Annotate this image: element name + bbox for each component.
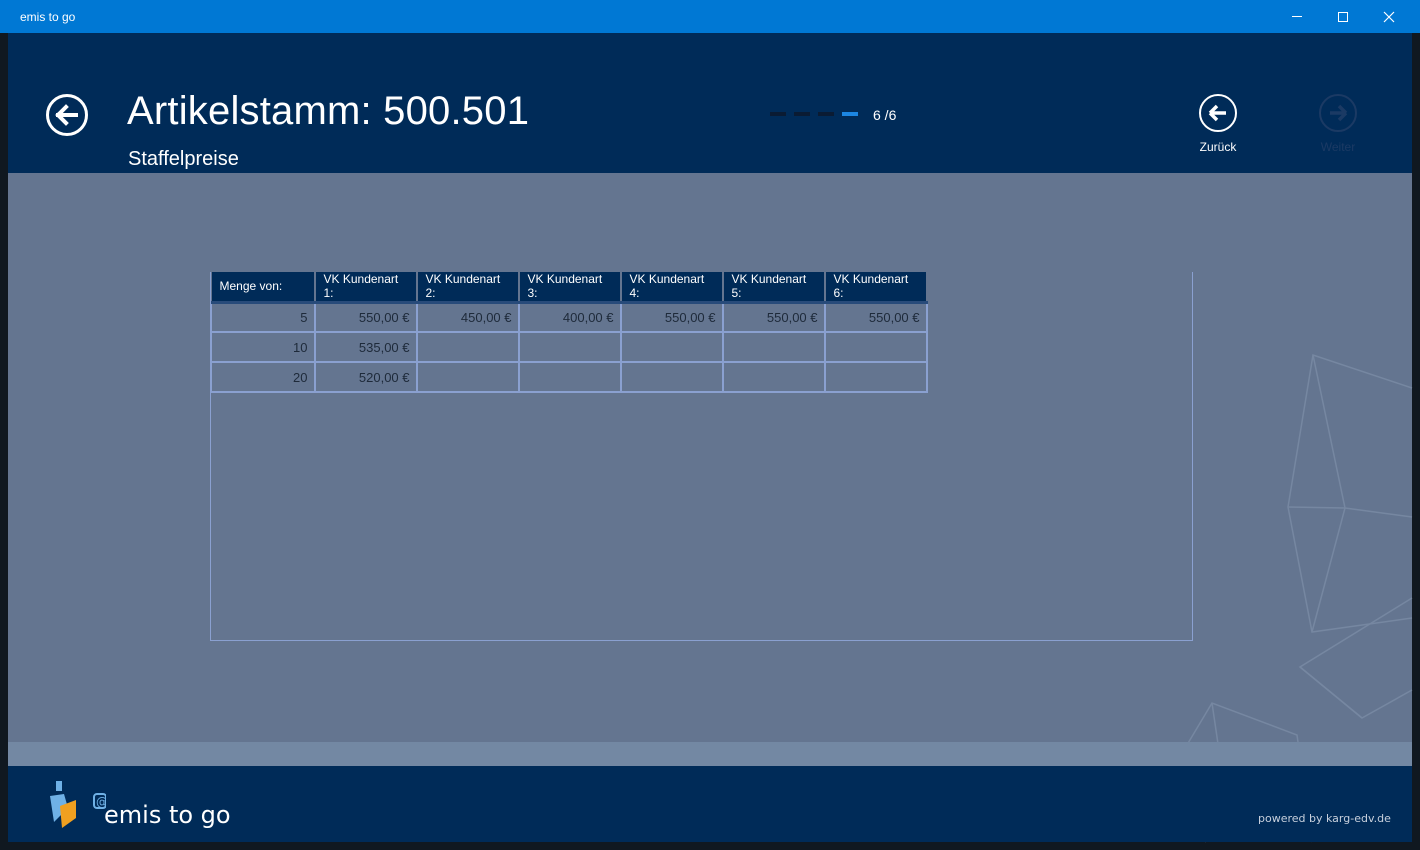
page-header: Artikelstamm: 500.501 Staffelpreise 6 /6…: [8, 33, 1412, 173]
page-counter: 6 /6: [873, 107, 897, 123]
tier-price-table: Menge von: VK Kundenart 1: VK Kundenart …: [211, 272, 928, 393]
table-cell[interactable]: 20: [211, 362, 316, 393]
table-cell[interactable]: 520,00 €: [314, 362, 418, 393]
arrow-right-circle-icon: [1319, 94, 1357, 132]
page-indicator: [770, 112, 858, 116]
prev-page-button[interactable]: Zurück: [1188, 94, 1248, 164]
arrow-left-icon: [55, 104, 78, 126]
table-cell[interactable]: 10: [211, 332, 316, 363]
maximize-icon: [1338, 11, 1348, 22]
column-header[interactable]: VK Kundenart 5:: [722, 272, 826, 304]
table-row[interactable]: 20 520,00 €: [211, 362, 928, 393]
table-cell[interactable]: 450,00 €: [416, 302, 520, 333]
table-cell[interactable]: 550,00 €: [722, 302, 826, 333]
arrow-right-icon: [1330, 104, 1348, 122]
page-dot[interactable]: [794, 112, 810, 116]
table-cell[interactable]: [518, 362, 622, 393]
page-dot[interactable]: [818, 112, 834, 116]
table-cell[interactable]: 5: [211, 302, 316, 333]
minimize-button[interactable]: [1274, 0, 1320, 33]
table-row[interactable]: 5 550,00 € 450,00 € 400,00 € 550,00 € 55…: [211, 302, 928, 333]
prev-page-label: Zurück: [1199, 140, 1237, 154]
table-cell[interactable]: 550,00 €: [314, 302, 418, 333]
column-header[interactable]: VK Kundenart 2:: [416, 272, 520, 304]
column-header[interactable]: Menge von:: [211, 272, 316, 304]
maximize-button[interactable]: [1320, 0, 1366, 33]
table-cell[interactable]: [824, 362, 928, 393]
table-row[interactable]: 10 535,00 €: [211, 332, 928, 363]
column-header[interactable]: VK Kundenart 4:: [620, 272, 724, 304]
page-dot[interactable]: [770, 112, 786, 116]
column-header[interactable]: VK Kundenart 3:: [518, 272, 622, 304]
page-title: Artikelstamm: 500.501: [127, 89, 530, 133]
title-bar: emis to go: [0, 0, 1420, 33]
table-cell[interactable]: [620, 332, 724, 363]
table-cell[interactable]: 535,00 €: [314, 332, 418, 363]
table-cell[interactable]: [518, 332, 622, 363]
emis-logo-icon: @: [50, 781, 106, 828]
table-cell[interactable]: [824, 332, 928, 363]
page-dot-active[interactable]: [842, 112, 858, 116]
table-cell[interactable]: 550,00 €: [824, 302, 928, 333]
table-cell[interactable]: [620, 362, 724, 393]
table-cell[interactable]: 400,00 €: [518, 302, 622, 333]
page-subtitle: Staffelpreise: [128, 148, 239, 170]
next-page-label: Weiter: [1320, 140, 1356, 154]
table-cell[interactable]: [416, 362, 520, 393]
close-button[interactable]: [1366, 0, 1412, 33]
next-page-button[interactable]: Weiter: [1308, 94, 1368, 164]
table-cell[interactable]: [416, 332, 520, 363]
back-button[interactable]: [46, 94, 88, 136]
powered-by[interactable]: powered by karg-edv.de: [1258, 812, 1391, 825]
status-strip: [8, 742, 1412, 766]
arrow-left-circle-icon: [1199, 94, 1237, 132]
app-title: emis to go: [20, 10, 76, 24]
close-icon: [1383, 11, 1395, 22]
brand-name: emis to go: [104, 801, 231, 829]
footer: @ emis to go powered by karg-edv.de: [8, 766, 1412, 842]
column-header[interactable]: VK Kundenart 6:: [824, 272, 928, 304]
table-cell[interactable]: [722, 362, 826, 393]
arrow-left-icon: [1208, 104, 1226, 122]
minimize-icon: [1292, 16, 1302, 17]
table-cell[interactable]: 550,00 €: [620, 302, 724, 333]
table-cell[interactable]: [722, 332, 826, 363]
column-header[interactable]: VK Kundenart 1:: [314, 272, 418, 304]
table-header-row: Menge von: VK Kundenart 1: VK Kundenart …: [211, 272, 928, 304]
